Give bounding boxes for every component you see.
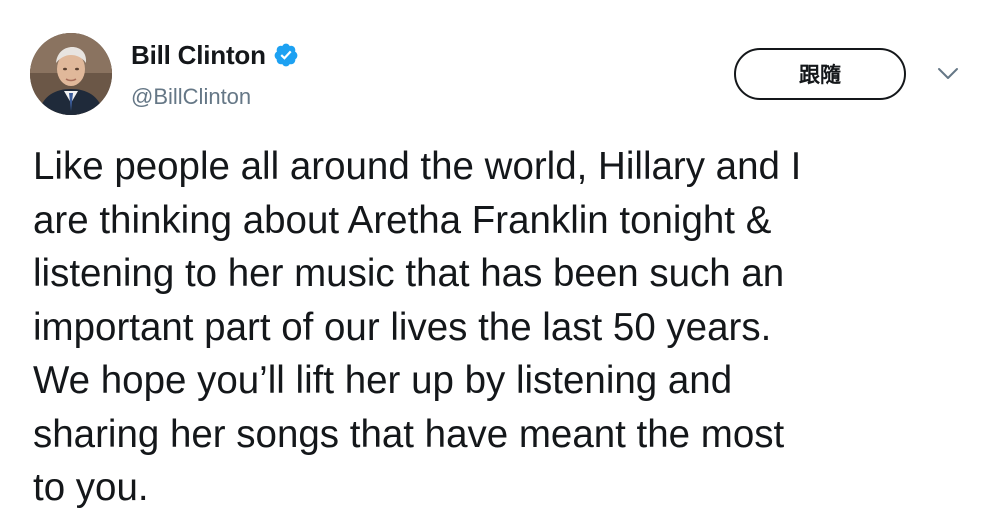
author-display-name[interactable]: Bill Clinton xyxy=(131,40,266,71)
author-name-row[interactable]: Bill Clinton xyxy=(131,40,299,70)
tweet-card: Bill Clinton @BillClinton 跟隨 Like people… xyxy=(0,0,1000,517)
tweet-text-line: are thinking about Aretha Franklin tonig… xyxy=(33,198,772,242)
chevron-down-icon[interactable] xyxy=(937,66,959,82)
tweet-text-line: We hope you’ll lift her up by listening … xyxy=(33,359,733,402)
tweet-text-line: listening to her music that has been suc… xyxy=(33,252,785,295)
tweet-text-line: Like people all around the world, Hillar… xyxy=(33,145,802,188)
tweet-text-line: to you. xyxy=(33,466,149,509)
tweet-text-line: important part of our lives the last 50 … xyxy=(33,305,772,349)
follow-button[interactable]: 跟隨 xyxy=(734,48,906,100)
profile-avatar[interactable] xyxy=(30,33,112,115)
tweet-text-line: sharing her songs that have meant the mo… xyxy=(33,412,785,456)
tweet-text: Like people all around the world, Hillar… xyxy=(33,140,983,515)
author-handle[interactable]: @BillClinton xyxy=(131,84,251,110)
verified-badge-icon xyxy=(273,42,299,68)
avatar-image xyxy=(30,33,112,115)
